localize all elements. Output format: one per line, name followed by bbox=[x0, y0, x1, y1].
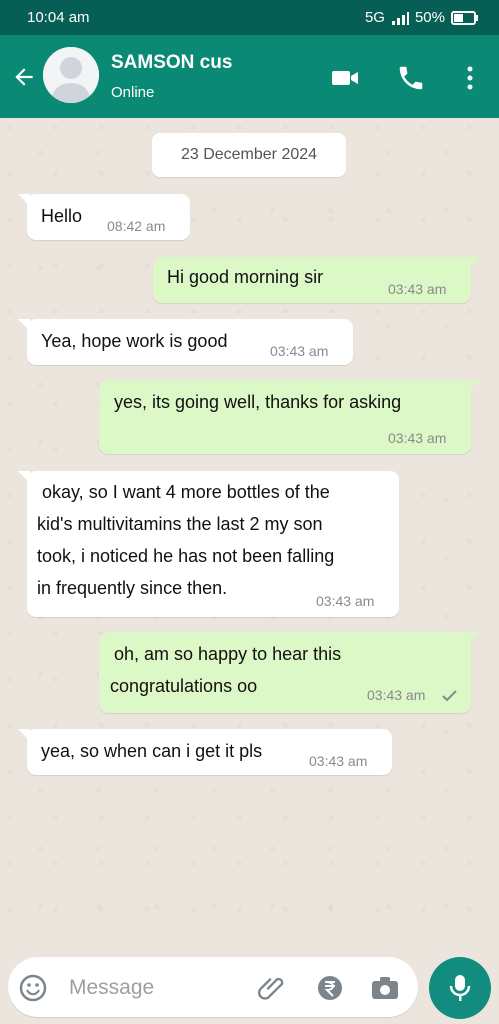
message-line: in frequently since then. bbox=[37, 578, 228, 598]
message-time: 03:43 am bbox=[309, 753, 368, 769]
video-call-icon[interactable] bbox=[330, 63, 360, 93]
message-text: Hi good morning sir bbox=[167, 267, 324, 287]
message-bubble-incoming[interactable]: yea, so when can i get it pls 03:43 am bbox=[18, 729, 392, 775]
message-bubble-incoming[interactable]: Hello 08:42 am bbox=[18, 194, 190, 240]
message-text: Yea, hope work is good bbox=[41, 331, 228, 351]
battery-percent: 50% bbox=[414, 9, 445, 26]
camera-icon[interactable] bbox=[370, 974, 400, 1002]
status-bar: 10:04 am 5G 50% bbox=[0, 0, 499, 35]
message-text: yea, so when can i get it pls bbox=[41, 741, 263, 761]
presence-status: Online bbox=[111, 84, 155, 101]
composer: Message bbox=[0, 950, 499, 1024]
message-text: Hello bbox=[41, 206, 83, 226]
message-line: kid's multivitamins the last 2 my son bbox=[37, 514, 323, 534]
message-time: 03:43 am bbox=[270, 343, 329, 359]
date-separator: 23 December 2024 bbox=[152, 133, 346, 177]
message-bubble-outgoing[interactable]: oh, am so happy to hear this congratulat… bbox=[99, 632, 480, 713]
arrow-left-icon[interactable] bbox=[11, 64, 37, 90]
chat-header: SAMSON cus Online bbox=[0, 35, 499, 118]
message-line: congratulations oo bbox=[110, 676, 258, 696]
message-input[interactable]: Message bbox=[8, 957, 418, 1017]
message-time: 03:43 am bbox=[367, 687, 426, 703]
phone-icon[interactable] bbox=[396, 63, 426, 93]
message-line: took, i noticed he has not been falling bbox=[37, 546, 335, 566]
message-text: yes, its going well, thanks for asking bbox=[114, 392, 402, 412]
message-time: 08:42 am bbox=[107, 218, 166, 234]
message-list[interactable]: 23 December 2024 Hello 08:42 am Hi good … bbox=[0, 118, 499, 950]
contact-name[interactable]: SAMSON cus bbox=[111, 52, 232, 74]
status-time: 10:04 am bbox=[27, 9, 90, 26]
avatar[interactable] bbox=[43, 47, 99, 103]
message-time: 03:43 am bbox=[316, 593, 375, 609]
message-bubble-incoming[interactable]: okay, so I want 4 more bottles of the ki… bbox=[18, 471, 399, 617]
message-bubble-incoming[interactable]: Yea, hope work is good 03:43 am bbox=[18, 319, 353, 365]
paperclip-icon[interactable] bbox=[258, 974, 286, 1002]
battery-icon bbox=[451, 10, 478, 25]
message-time: 03:43 am bbox=[388, 281, 447, 297]
person-icon bbox=[43, 47, 99, 103]
message-placeholder: Message bbox=[69, 976, 155, 999]
network-label: 5G bbox=[364, 9, 385, 26]
mic-button[interactable] bbox=[429, 957, 491, 1019]
message-bubble-outgoing[interactable]: Hi good morning sir 03:43 am bbox=[153, 257, 480, 303]
message-line: okay, so I want 4 more bottles of the bbox=[37, 482, 330, 502]
signal-icon bbox=[391, 11, 409, 25]
status-right: 5G 50% bbox=[365, 9, 479, 26]
message-time: 03:43 am bbox=[388, 430, 447, 446]
rupee-icon[interactable] bbox=[316, 974, 344, 1002]
message-bubble-outgoing[interactable]: yes, its going well, thanks for asking 0… bbox=[99, 380, 480, 454]
more-vertical-icon[interactable] bbox=[455, 63, 485, 93]
emoji-icon[interactable] bbox=[18, 973, 48, 1003]
message-line: oh, am so happy to hear this bbox=[114, 644, 342, 664]
sent-check-icon bbox=[442, 690, 457, 702]
microphone-icon bbox=[449, 975, 471, 1001]
